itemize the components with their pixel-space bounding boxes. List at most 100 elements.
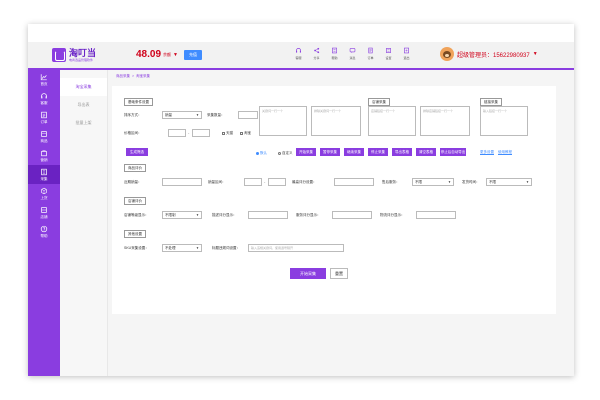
auto-export-button[interactable]: 停止后自动导出: [440, 148, 466, 156]
chevron-down-icon: ▼: [526, 180, 529, 184]
service-rating-input[interactable]: [332, 211, 372, 219]
sidebar-item-goods[interactable]: 商品: [28, 127, 60, 146]
after-sale-select[interactable]: 不限 ▼: [412, 178, 454, 186]
balance-unit: 余额: [163, 51, 172, 57]
logistics-rating-label: 物流评分显示：: [380, 213, 405, 217]
count-input[interactable]: [238, 111, 258, 119]
shop-exclude-textarea[interactable]: 排除店铺链接一行一个: [420, 106, 470, 136]
price-max-input[interactable]: [192, 129, 210, 137]
chevron-down-icon: ▼: [448, 180, 451, 184]
sidebar-item-marketing[interactable]: 营销: [28, 146, 60, 165]
ship-time-label: 发货时间：: [462, 180, 480, 184]
tool-message[interactable]: 消息: [346, 47, 359, 60]
period-min-input[interactable]: [244, 178, 262, 186]
message-icon: [349, 48, 356, 53]
exclude-keyword-textarea[interactable]: 排除关键词一行一个: [311, 106, 361, 136]
sidebar-item-support[interactable]: 客服: [28, 89, 60, 108]
sort-select[interactable]: 销量 ▼: [162, 111, 202, 119]
user-caret-icon[interactable]: ▼: [533, 51, 538, 57]
logo-title: 淘叮当: [69, 47, 97, 58]
section-goods-title: 商品评价: [124, 164, 146, 172]
balance-amount: 48.09: [136, 49, 162, 60]
title-filter-label: 标题违规词设置：: [212, 246, 240, 250]
chevron-down-icon: ▼: [196, 213, 199, 217]
sidebar-item-orders[interactable]: 订单: [28, 108, 60, 127]
desc-rating-label: 描述评分显示：: [212, 213, 237, 217]
bag-icon: [41, 149, 47, 156]
balance-caret-icon[interactable]: ▼: [173, 52, 178, 58]
taobao-checkbox[interactable]: 淘宝: [240, 131, 251, 136]
period-max-input[interactable]: [268, 178, 286, 186]
share-icon: [314, 47, 320, 54]
logistics-rating-input[interactable]: [416, 211, 456, 219]
clear-table-button[interactable]: 清空表格: [416, 148, 436, 156]
tool-help[interactable]: 帮助: [328, 47, 341, 60]
reset-button[interactable]: 重置: [330, 268, 348, 279]
shop-rating-label: 最高评分设置：: [292, 180, 317, 184]
title-filter-input[interactable]: 输入违规关键词，使用逗号隔开: [248, 244, 344, 252]
tool-logout[interactable]: 退出: [400, 47, 413, 60]
ship-time-select[interactable]: 不限 ▼: [486, 178, 532, 186]
submenu-item-batch[interactable]: 批量上架: [60, 114, 107, 132]
question-icon: [40, 225, 48, 232]
submenu: 淘宝采集 导出表 批量上架: [60, 70, 108, 376]
pause-collect-button[interactable]: 暂停采集: [320, 148, 340, 156]
recharge-button[interactable]: 充值: [183, 49, 202, 60]
tutorial-link[interactable]: 使用教程: [498, 150, 512, 155]
sidebar-item-store[interactable]: 店铺: [28, 203, 60, 222]
document-icon: [41, 111, 47, 118]
sidebar-item-upload[interactable]: 上货: [28, 184, 60, 203]
sku-label: SKU采集设置：: [124, 246, 149, 250]
export-table-button[interactable]: 导出表格: [392, 148, 412, 156]
tool-settings[interactable]: 设置: [382, 47, 395, 60]
submenu-item-taobao[interactable]: 淘宝采集: [60, 78, 107, 96]
store-level-select[interactable]: 不限制 ▼: [162, 211, 202, 219]
sales-label: 近期销量：: [124, 180, 142, 184]
book-icon: [332, 47, 337, 54]
app-window: 淘叮当 电商选品管理软件 48.09 余额 ▼ 充值 客服 分享 帮助 消息 订…: [28, 24, 574, 376]
headset-icon: [296, 48, 301, 53]
box-icon: [41, 130, 47, 137]
service-rating-label: 服务评分显示：: [296, 213, 321, 217]
sku-select[interactable]: 不处理 ▼: [162, 244, 202, 252]
logout-icon: [404, 47, 409, 54]
tool-order[interactable]: 订单: [364, 47, 377, 60]
logo-subtitle: 电商选品管理软件: [69, 57, 94, 62]
sales-input[interactable]: [162, 178, 202, 186]
breadcrumb-current: 淘宝采集: [136, 74, 151, 78]
submenu-item-export[interactable]: 导出表: [60, 96, 107, 114]
settings-icon: [386, 48, 391, 53]
form-panel: 基础条件设置 排序方式： 销量 ▼ 采集数量： 价格区间： - 天猫 淘宝 关键词…: [112, 86, 556, 314]
breadcrumb-root[interactable]: 商品采集: [116, 74, 130, 79]
link-textarea[interactable]: 输入链接一行一个: [480, 106, 528, 136]
shop-rating-input[interactable]: [334, 178, 374, 186]
price-label: 价格区间：: [124, 131, 142, 135]
radio-custom[interactable]: 自定义: [278, 151, 293, 156]
headset-icon: [41, 92, 47, 98]
keyword-textarea[interactable]: 关键词一行一个: [259, 106, 307, 136]
sort-label: 排序方式：: [124, 113, 142, 117]
continue-collect-button[interactable]: 继续采集: [344, 148, 364, 156]
start-button[interactable]: 开始采集: [290, 268, 326, 279]
logo[interactable]: 淘叮当 电商选品管理软件: [52, 46, 96, 64]
desc-rating-input[interactable]: [248, 211, 288, 219]
sidebar-item-home[interactable]: 首页: [28, 70, 60, 89]
breadcrumb-sep: >: [132, 74, 135, 78]
price-min-input[interactable]: [168, 129, 186, 137]
avatar[interactable]: [440, 47, 454, 61]
user-menu[interactable]: 超级管理员：15622980937 ▼: [440, 47, 538, 61]
chevron-down-icon: ▼: [196, 113, 199, 117]
sidebar-item-collect[interactable]: 采集: [28, 165, 60, 184]
radio-default[interactable]: 默认: [256, 151, 267, 156]
tool-share[interactable]: 分享: [310, 47, 323, 60]
tool-support[interactable]: 客服: [292, 47, 305, 60]
shop-link-textarea[interactable]: 店铺链接一行一个: [368, 106, 416, 136]
more-settings-link[interactable]: 更多设置: [480, 150, 494, 155]
user-name[interactable]: 超级管理员：15622980937: [457, 50, 530, 59]
start-collect-button[interactable]: 开始采集: [296, 148, 316, 156]
sidebar-item-help[interactable]: 帮助: [28, 222, 60, 241]
tmall-checkbox[interactable]: 天猫: [222, 131, 233, 136]
generate-filter-button[interactable]: 生成筛选: [126, 148, 148, 156]
section-store-title: 店铺评价: [124, 197, 146, 205]
stop-collect-button[interactable]: 停止采集: [368, 148, 388, 156]
